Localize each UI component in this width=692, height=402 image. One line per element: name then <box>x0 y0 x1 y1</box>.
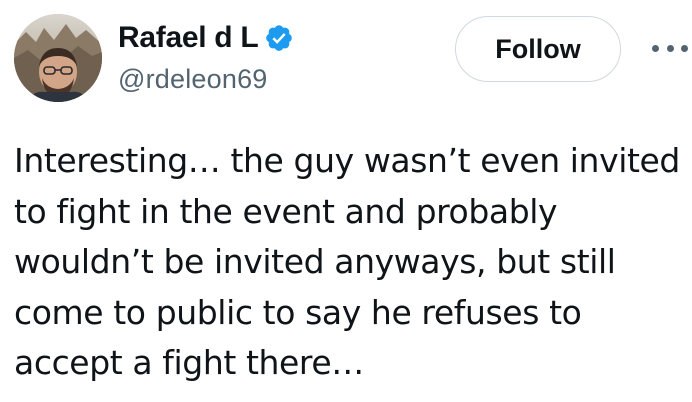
tweet-text-line: Interesting… the guy wasn’t even invited <box>14 141 680 180</box>
tweet-text-line: wouldn’t be invited anyways, but still <box>14 242 616 281</box>
tweet-text-line: to fight in the event and probably <box>14 191 558 231</box>
display-name[interactable]: Rafael d L <box>118 21 259 55</box>
tweet-text-line: accept a fight there… <box>14 343 364 382</box>
more-options-icon[interactable] <box>652 36 688 60</box>
verified-badge-icon[interactable] <box>264 23 294 53</box>
user-handle[interactable]: @rdeleon69 <box>118 64 294 95</box>
tweet-text: Interesting… the guy wasn’t even invited… <box>14 136 686 389</box>
avatar[interactable] <box>14 14 102 102</box>
more-dot <box>652 44 659 52</box>
follow-button[interactable]: Follow <box>455 16 621 82</box>
avatar-image <box>14 14 102 102</box>
name-row: Rafael d L <box>118 20 294 56</box>
user-info: Rafael d L @rdeleon69 <box>118 20 294 95</box>
tweet-text-line: come to public to say he refuses to <box>14 292 582 332</box>
tweet-card: Rafael d L @rdeleon69 Follow Interesting… <box>0 0 692 402</box>
more-dot <box>681 44 688 52</box>
more-dot <box>666 44 674 52</box>
